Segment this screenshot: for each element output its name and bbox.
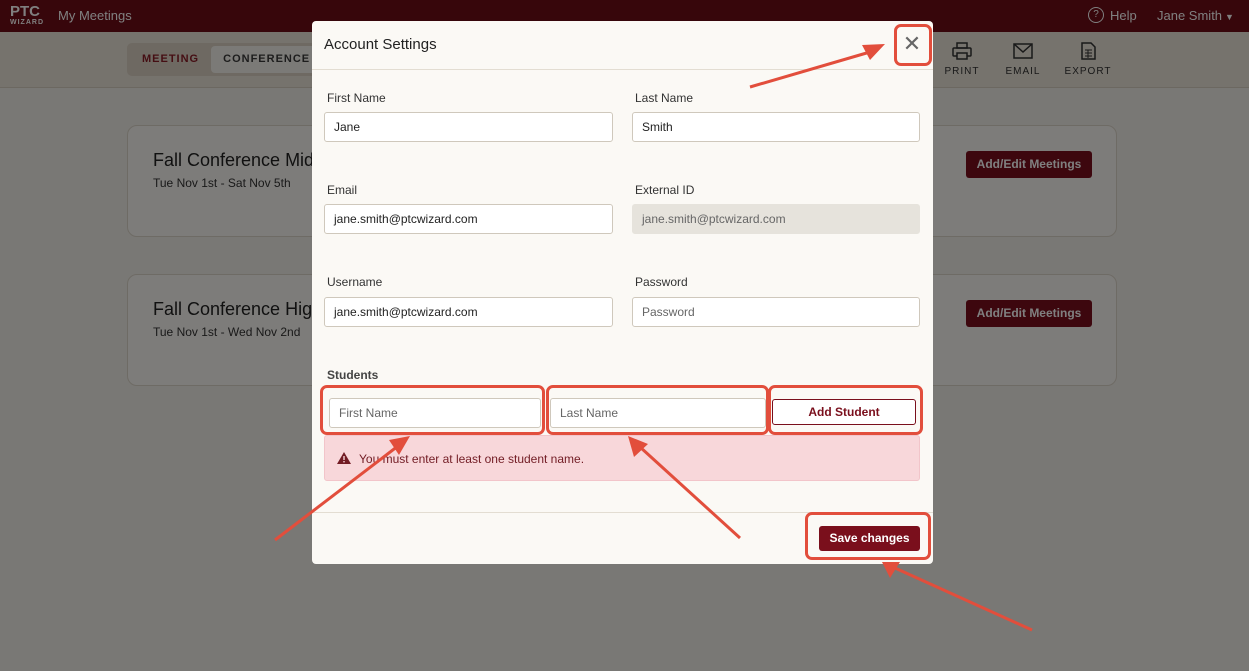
warning-triangle-icon (337, 452, 351, 464)
first-name-label: First Name (327, 91, 386, 105)
password-field[interactable]: Password (632, 297, 920, 327)
first-name-input[interactable]: Jane (324, 112, 613, 142)
highlight-save-changes (805, 512, 931, 560)
validation-alert: You must enter at least one student name… (324, 435, 920, 481)
email-label: Email (327, 183, 358, 197)
students-label: Students (327, 368, 379, 382)
highlight-student-last-name (546, 385, 769, 435)
highlight-add-student (768, 385, 923, 435)
modal-header: Account Settings ✕ (312, 21, 933, 70)
highlight-close (894, 24, 932, 66)
modal-title: Account Settings (324, 36, 437, 53)
username-label: Username (327, 275, 383, 289)
email-field[interactable]: jane.smith@ptcwizard.com (324, 204, 613, 234)
alert-message: You must enter at least one student name… (359, 452, 585, 466)
last-name-label: Last Name (635, 91, 694, 105)
external-id-label: External ID (635, 183, 695, 197)
account-settings-modal: Account Settings ✕ First Name Jane Last … (312, 21, 933, 564)
highlight-student-first-name (320, 385, 545, 435)
password-label: Password (635, 275, 688, 289)
last-name-input[interactable]: Smith (632, 112, 920, 142)
username-field[interactable]: jane.smith@ptcwizard.com (324, 297, 613, 327)
external-id-field: jane.smith@ptcwizard.com (632, 204, 920, 234)
